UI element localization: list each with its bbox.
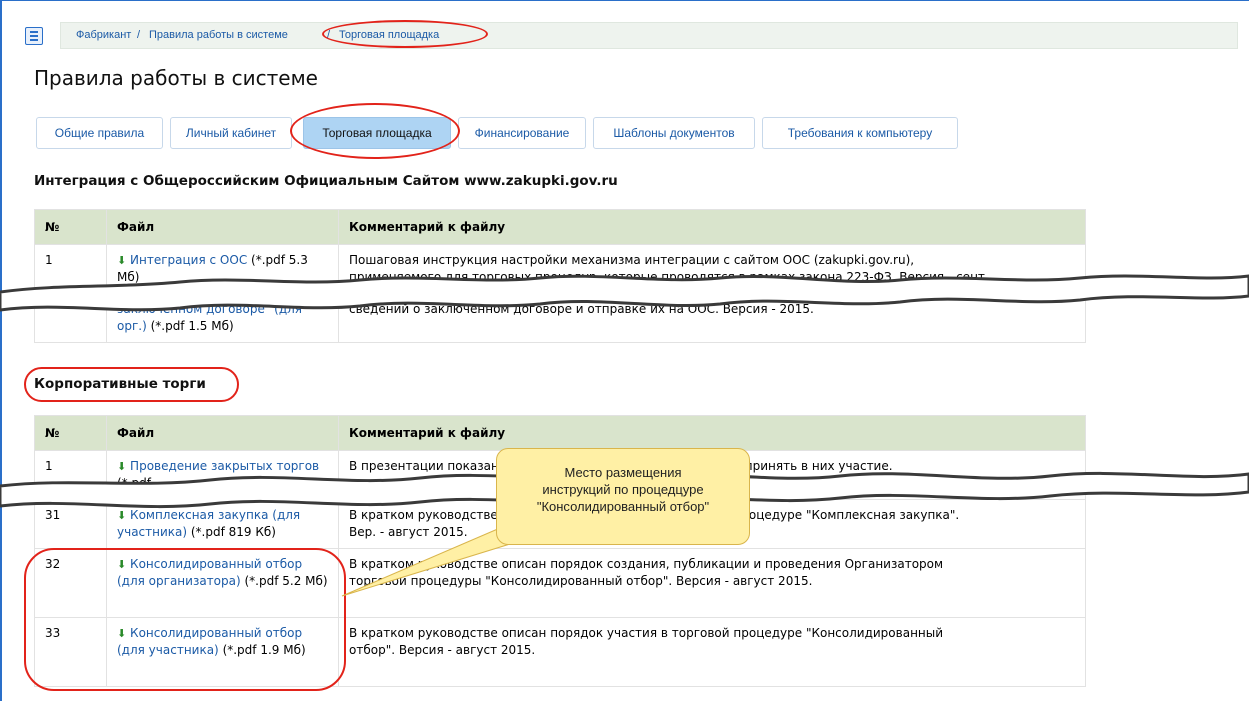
- column-header-file: Файл: [106, 209, 339, 245]
- comment-line: отбор". Версия - август 2015.: [349, 643, 536, 657]
- torn-edge-overlay: [0, 274, 1249, 312]
- callout-line: "Консолидированный отбор": [536, 499, 710, 514]
- list-icon-line: [30, 35, 38, 37]
- comment-cell: В кратком руководстве описан порядок уча…: [338, 617, 1086, 687]
- breadcrumb-separator: /: [137, 29, 141, 41]
- annotation-ring-rows: [24, 548, 346, 691]
- annotation-ring-tab: [290, 103, 460, 159]
- breadcrumb: Фабрикант / Правила работы в системе / Т…: [60, 22, 1238, 49]
- breadcrumb-section[interactable]: Правила работы в системе: [149, 29, 288, 41]
- column-header-comment: Комментарий к файлу: [338, 415, 1086, 451]
- tab-financing[interactable]: Финансирование: [458, 117, 586, 149]
- column-header-comment: Комментарий к файлу: [338, 209, 1086, 245]
- file-meta: (*.pdf 819 Кб): [187, 525, 276, 539]
- list-icon-line: [30, 39, 38, 41]
- page-title: Правила работы в системе: [34, 66, 318, 90]
- annotation-ring-heading: [24, 367, 239, 402]
- callout-note: Место размещения инструкций по процедцур…: [496, 448, 750, 545]
- breadcrumb-home[interactable]: Фабрикант: [76, 29, 131, 41]
- tab-computer-requirements[interactable]: Требования к компьютеру: [762, 117, 958, 149]
- menu-toggle-button[interactable]: [25, 27, 43, 45]
- callout-line: Место размещения: [564, 465, 682, 480]
- column-header-number: №: [34, 415, 107, 451]
- tab-personal-account[interactable]: Личный кабинет: [170, 117, 292, 149]
- annotation-ring-breadcrumb: [322, 20, 488, 48]
- tab-general-rules[interactable]: Общие правила: [36, 117, 163, 149]
- tab-document-templates[interactable]: Шаблоны документов: [593, 117, 755, 149]
- callout-pointer: [341, 527, 511, 597]
- callout-text: Место размещения инструкций по процедцур…: [497, 464, 749, 515]
- list-icon: [30, 31, 38, 33]
- table-header-row: № Файл Комментарий к файлу: [34, 209, 1086, 245]
- column-header-file: Файл: [106, 415, 339, 451]
- column-header-number: №: [34, 209, 107, 245]
- section-heading-integration: Интеграция с Общероссийским Официальным …: [34, 173, 618, 189]
- comment-line: В кратком руководстве описан порядок уча…: [349, 626, 944, 640]
- table-header-row: № Файл Комментарий к файлу: [34, 415, 1086, 451]
- callout-line: инструкций по процедцуре: [542, 482, 704, 497]
